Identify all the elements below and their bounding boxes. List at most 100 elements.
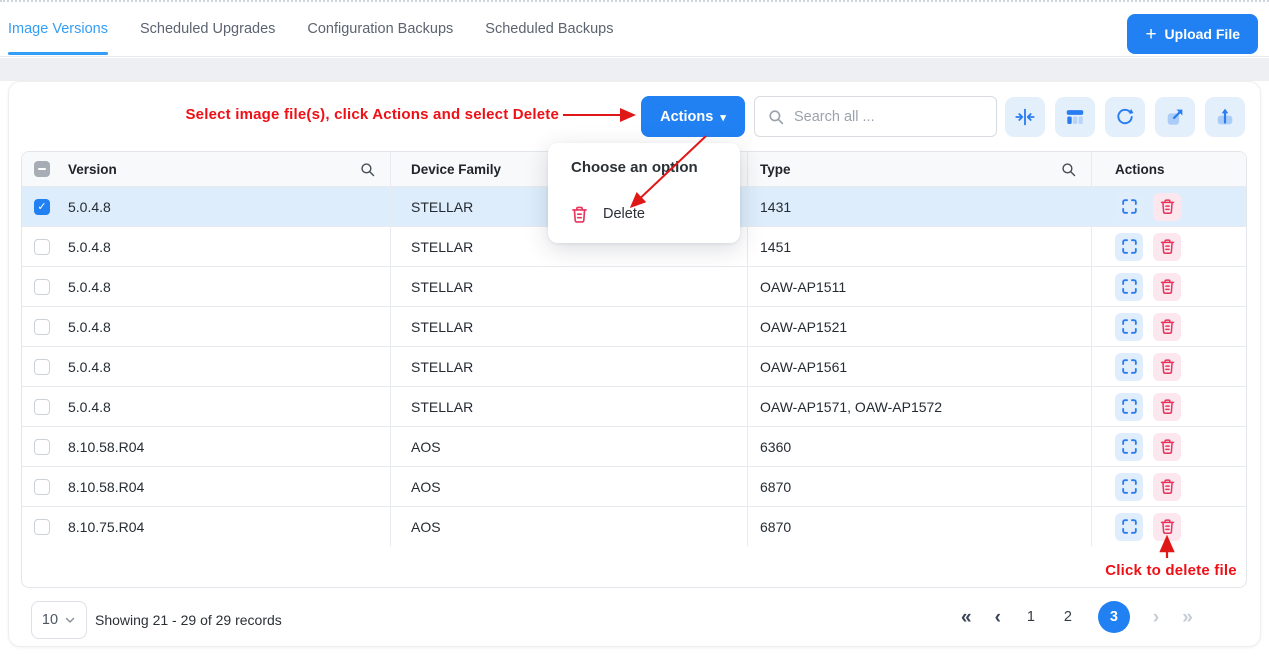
global-search: [754, 96, 997, 137]
expand-icon: [1120, 277, 1139, 296]
tab-image-versions[interactable]: Image Versions: [8, 2, 108, 56]
column-header-version: Version: [68, 162, 117, 177]
dropdown-option-delete[interactable]: Delete: [561, 195, 727, 233]
row-checkbox[interactable]: [34, 479, 50, 495]
columns-button[interactable]: [1055, 97, 1095, 137]
first-page-button[interactable]: «: [961, 608, 972, 627]
row-checkbox[interactable]: [34, 279, 50, 295]
image-versions-page: Image Versions Scheduled Upgrades Config…: [0, 0, 1269, 656]
expand-row-button[interactable]: [1115, 473, 1143, 501]
cell-type: OAW-AP1561: [747, 347, 1091, 386]
page-button-1[interactable]: 1: [1024, 609, 1038, 625]
cell-version: 5.0.4.8: [62, 387, 390, 426]
row-checkbox[interactable]: [34, 519, 50, 535]
cell-type: 1451: [747, 227, 1091, 266]
trash-icon: [1158, 477, 1177, 496]
cell-version: 5.0.4.8: [62, 347, 390, 386]
trash-icon: [1158, 317, 1177, 336]
cell-device-family: STELLAR: [390, 347, 747, 386]
page-size-value: 10: [42, 612, 58, 628]
actions-button[interactable]: Actions ▾: [641, 96, 745, 137]
trash-icon: [1158, 517, 1177, 536]
expand-row-button[interactable]: [1115, 353, 1143, 381]
trash-icon: [1158, 397, 1177, 416]
delete-row-button[interactable]: [1153, 433, 1181, 461]
page-button-3[interactable]: 3: [1098, 601, 1130, 633]
caret-down-icon: ▾: [720, 111, 726, 124]
columns-icon: [1064, 106, 1086, 128]
row-checkbox[interactable]: ✓: [34, 199, 50, 215]
version-search-icon[interactable]: [359, 161, 376, 178]
page-button-2[interactable]: 2: [1061, 609, 1075, 625]
delete-row-button[interactable]: [1153, 273, 1181, 301]
delete-row-button[interactable]: [1153, 513, 1181, 541]
chevron-down-icon: [64, 614, 76, 626]
expand-row-button[interactable]: [1115, 313, 1143, 341]
select-all-checkbox[interactable]: [22, 152, 62, 186]
row-checkbox[interactable]: [34, 399, 50, 415]
search-input[interactable]: [794, 109, 984, 125]
content-card: Select image file(s), click Actions and …: [8, 81, 1261, 647]
delete-row-button[interactable]: [1153, 313, 1181, 341]
delete-row-button[interactable]: [1153, 353, 1181, 381]
delete-row-button[interactable]: [1153, 473, 1181, 501]
cell-version: 8.10.58.R04: [62, 467, 390, 506]
cell-version: 5.0.4.8: [62, 227, 390, 266]
dropdown-delete-label: Delete: [603, 206, 645, 222]
fit-columns-icon: [1014, 106, 1036, 128]
plus-icon: +: [1145, 25, 1156, 44]
indeterminate-checkbox-icon: [34, 161, 50, 177]
expand-row-button[interactable]: [1115, 193, 1143, 221]
cell-device-family: AOS: [390, 427, 747, 466]
cell-device-family: STELLAR: [390, 307, 747, 346]
cell-version: 8.10.58.R04: [62, 427, 390, 466]
top-tab-bar: Image Versions Scheduled Upgrades Config…: [0, 2, 1269, 57]
upload-file-label: Upload File: [1165, 26, 1240, 42]
page-size-select[interactable]: 10: [31, 601, 87, 639]
dropdown-title: Choose an option: [571, 159, 698, 176]
records-summary: Showing 21 - 29 of 29 records: [95, 612, 282, 628]
cell-device-family: AOS: [390, 507, 747, 546]
delete-row-button[interactable]: [1153, 393, 1181, 421]
expand-row-button[interactable]: [1115, 233, 1143, 261]
row-checkbox[interactable]: [34, 239, 50, 255]
actions-label: Actions: [660, 109, 713, 125]
delete-row-button[interactable]: [1153, 233, 1181, 261]
table-row: 8.10.75.R04AOS6870: [22, 506, 1246, 546]
last-page-button[interactable]: »: [1182, 608, 1193, 627]
tab-configuration-backups[interactable]: Configuration Backups: [307, 2, 453, 56]
fit-columns-button[interactable]: [1005, 97, 1045, 137]
expand-row-button[interactable]: [1115, 393, 1143, 421]
expand-icon: [1120, 197, 1139, 216]
row-checkbox[interactable]: [34, 439, 50, 455]
tab-scheduled-backups[interactable]: Scheduled Backups: [485, 2, 613, 56]
annotation-select-actions: Select image file(s), click Actions and …: [161, 106, 559, 123]
column-header-actions: Actions: [1115, 162, 1165, 177]
trash-icon: [1158, 357, 1177, 376]
cell-type: OAW-AP1521: [747, 307, 1091, 346]
pagination: « ‹ 1 2 3 › »: [961, 599, 1193, 635]
expand-icon: [1120, 517, 1139, 536]
next-page-button[interactable]: ›: [1153, 608, 1159, 627]
cell-type: 6360: [747, 427, 1091, 466]
cell-version: 8.10.75.R04: [62, 507, 390, 546]
upload-icon-button[interactable]: [1205, 97, 1245, 137]
refresh-button[interactable]: [1105, 97, 1145, 137]
export-button[interactable]: [1155, 97, 1195, 137]
type-search-icon[interactable]: [1060, 161, 1077, 178]
tab-scheduled-upgrades[interactable]: Scheduled Upgrades: [140, 2, 275, 56]
upload-file-button[interactable]: + Upload File: [1127, 14, 1258, 54]
pagination-pages: 1 2 3: [1024, 601, 1130, 633]
expand-row-button[interactable]: [1115, 433, 1143, 461]
background-band: [0, 58, 1269, 81]
prev-page-button[interactable]: ‹: [995, 608, 1001, 627]
cell-version: 5.0.4.8: [62, 187, 390, 226]
row-checkbox[interactable]: [34, 359, 50, 375]
delete-row-button[interactable]: [1153, 193, 1181, 221]
cell-type: OAW-AP1571, OAW-AP1572: [747, 387, 1091, 426]
cell-version: 5.0.4.8: [62, 307, 390, 346]
row-checkbox[interactable]: [34, 319, 50, 335]
expand-icon: [1120, 477, 1139, 496]
expand-row-button[interactable]: [1115, 273, 1143, 301]
expand-row-button[interactable]: [1115, 513, 1143, 541]
